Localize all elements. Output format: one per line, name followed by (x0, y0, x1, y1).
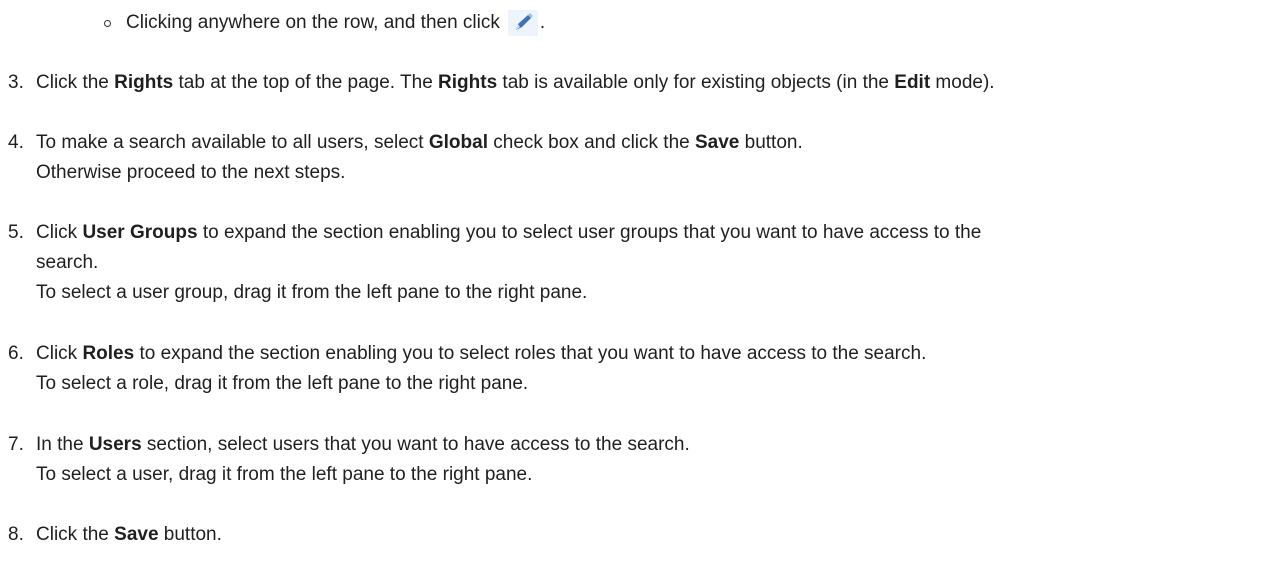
bold-users: Users (88, 434, 142, 455)
step-6-line-1: Click Roles to expand the section enabli… (36, 339, 1263, 369)
text-run: In the (36, 434, 89, 455)
step-5-line-3: To select a user group, drag it from the… (36, 282, 588, 303)
step-number: 5. (8, 222, 24, 243)
text-run: Click (36, 222, 83, 243)
step-5: 5. Click User Groups to expand the secti… (8, 218, 1263, 308)
step-7-line-1: In the Users section, select users that … (36, 430, 1263, 460)
text-run: tab at the top of the page. The (173, 72, 439, 93)
step-3-line-1: Click the Rights tab at the top of the p… (36, 68, 1263, 98)
text-run: Click (36, 343, 83, 364)
step-7: 7. In the Users section, select users th… (8, 430, 1263, 490)
bold-rights-2: Rights (438, 72, 498, 93)
text-run: to expand the section enabling you to se… (134, 343, 927, 364)
step-6: 6. Click Roles to expand the section ena… (8, 339, 1263, 399)
bold-edit: Edit (894, 72, 931, 93)
sub-bullet-text: Clicking anywhere on the row, and then c… (126, 12, 500, 33)
text-run: To make a search available to all users,… (36, 132, 429, 153)
step-number: 7. (8, 434, 24, 455)
step-number: 8. (8, 524, 24, 545)
text-run: section, select users that you want to h… (141, 434, 690, 455)
step-3: 3. Click the Rights tab at the top of th… (8, 68, 1263, 98)
text-run: Click the (36, 72, 115, 93)
text-run: Click the (36, 524, 115, 545)
step-5-line-1: Click User Groups to expand the section … (36, 218, 1263, 248)
bold-global: Global (428, 132, 488, 153)
step-8: 8. Click the Save button. (8, 520, 1263, 550)
step-number: 6. (8, 343, 24, 364)
step-4: 4. To make a search available to all use… (8, 128, 1263, 188)
bold-user-groups: User Groups (82, 222, 198, 243)
step-number: 3. (8, 72, 24, 93)
bold-roles: Roles (82, 343, 135, 364)
pencil-edit-icon (505, 8, 540, 38)
text-run: mode). (930, 72, 995, 93)
sub-bullet-item: Clicking anywhere on the row, and then c… (104, 8, 545, 38)
text-run: button. (739, 132, 803, 153)
bold-save: Save (694, 132, 740, 153)
hollow-bullet-icon (104, 19, 111, 27)
bold-save: Save (114, 524, 159, 545)
step-7-line-2: To select a user, drag it from the left … (36, 464, 533, 485)
step-6-line-2: To select a role, drag it from the left … (36, 373, 529, 394)
step-4-line-2: Otherwise proceed to the next steps. (36, 162, 346, 183)
text-run: tab is available only for existing objec… (497, 72, 895, 93)
step-8-line-1: Click the Save button. (36, 520, 1263, 550)
step-5-line-2: search. (36, 252, 99, 273)
text-run: to expand the section enabling you to se… (197, 222, 982, 243)
bold-rights-1: Rights (114, 72, 174, 93)
sub-bullet-period: . (539, 12, 546, 33)
step-4-line-1: To make a search available to all users,… (36, 128, 1263, 158)
text-run: check box and click the (487, 132, 695, 153)
text-run: button. (158, 524, 222, 545)
step-number: 4. (8, 132, 24, 153)
